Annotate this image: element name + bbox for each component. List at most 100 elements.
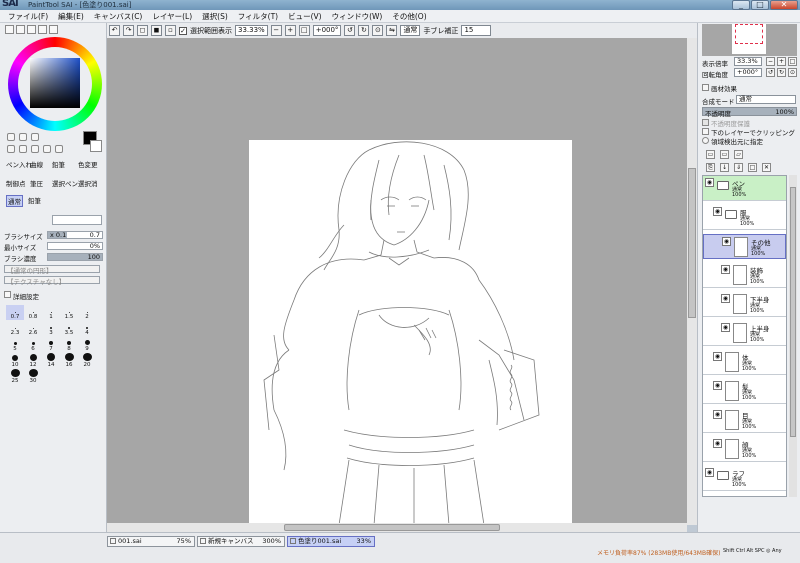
visibility-eye-icon[interactable]: ◉ [713, 439, 722, 448]
saturation-value-square[interactable] [30, 58, 80, 108]
brush-size-preset[interactable]: 2.3 [6, 321, 24, 336]
visibility-eye-icon[interactable]: ◉ [721, 265, 730, 274]
minimize-button[interactable]: _ [732, 0, 750, 10]
scratchpad-toggle-icon[interactable] [49, 25, 58, 34]
brush-size-preset[interactable]: 3 [42, 321, 60, 336]
tool-select-erase[interactable]: 選択消 [78, 178, 98, 188]
menu-view[interactable]: ビュー(V) [288, 11, 321, 22]
brush-size-preset[interactable]: 20 [78, 353, 96, 368]
brush-size-preset[interactable]: 6 [24, 337, 42, 352]
blend-mode-select[interactable]: 通常 [736, 95, 796, 104]
tool-color-change[interactable]: 色変更 [78, 159, 98, 169]
zoom-reset-icon[interactable]: □ [298, 25, 310, 36]
clipping-checkbox[interactable] [702, 128, 709, 135]
new-folder-icon[interactable]: ▱ [734, 150, 743, 159]
new-layer-alt-icon[interactable]: ▭ [720, 150, 729, 159]
visibility-eye-icon[interactable]: ◉ [713, 381, 722, 390]
viewport-rect[interactable] [735, 24, 763, 44]
zoom-box[interactable]: 33.33% [235, 25, 268, 36]
brush-size-preset[interactable]: 2 [78, 305, 96, 320]
detail-toggle-icon[interactable] [4, 291, 11, 298]
density-slider[interactable]: 100 [47, 253, 103, 261]
rotate-reset-icon[interactable]: ⊙ [372, 25, 384, 36]
blend-select[interactable]: 通常 [400, 25, 421, 36]
visibility-eye-icon[interactable]: ◉ [705, 468, 714, 477]
navigator-zoom-value[interactable]: 33.3% [734, 57, 762, 66]
brush-size-preset[interactable]: 12 [24, 353, 42, 368]
tool-pencil[interactable]: 鉛筆 [52, 159, 65, 169]
layer-row[interactable]: ◉ 上半身 通常 100% [703, 321, 786, 346]
menu-edit[interactable]: 編集(E) [58, 11, 84, 22]
nav-zoom-in-icon[interactable]: + [777, 57, 786, 66]
brush-size-preset[interactable]: 8 [60, 337, 78, 352]
menu-select[interactable]: 選択(S) [202, 11, 228, 22]
layer-folder-row[interactable]: ◉ ラフ 通常 100% [703, 466, 786, 491]
close-button[interactable]: ✕ [770, 0, 798, 10]
brush-size-preset[interactable]: 0.8 [24, 305, 42, 320]
rotate-right-icon[interactable]: ↻ [358, 25, 370, 36]
brush-size-preset[interactable]: 14 [42, 353, 60, 368]
layer-folder-row[interactable]: ◉ 服通常 100% [703, 205, 786, 230]
opacity-slider[interactable]: 不透明度 100% [702, 107, 797, 118]
menu-filter[interactable]: フィルタ(T) [238, 11, 278, 22]
menu-file[interactable]: ファイル(F) [8, 11, 48, 22]
doc-tab-new-canvas[interactable]: 新規キャンバス 300% [197, 536, 285, 547]
effects-label[interactable]: 画材効果 [711, 83, 737, 93]
tool-select-pen[interactable]: 選択ペン [52, 178, 78, 188]
menu-canvas[interactable]: キャンバス(C) [94, 11, 143, 22]
swatch-toggle-icon[interactable] [38, 25, 47, 34]
brush-size-preset[interactable]: 25 [6, 369, 24, 384]
tab-pen[interactable]: 鉛筆 [28, 195, 41, 205]
visibility-eye-icon[interactable]: ◉ [721, 323, 730, 332]
background-color-swatch[interactable] [90, 140, 102, 152]
move-icon[interactable] [7, 145, 15, 153]
hand-icon[interactable] [43, 145, 51, 153]
eyedropper-icon[interactable] [55, 145, 63, 153]
brush-size-preset[interactable]: 16 [60, 353, 78, 368]
brush-size-preset[interactable]: 7 [42, 337, 60, 352]
menu-window[interactable]: ウィンドウ(W) [332, 11, 383, 22]
nav-zoom-reset-icon[interactable]: □ [788, 57, 797, 66]
undo-icon[interactable]: ↶ [109, 25, 120, 36]
drawing-canvas[interactable] [249, 140, 572, 525]
canvas-area[interactable] [107, 38, 687, 525]
zoom-out-icon[interactable]: − [270, 25, 282, 36]
deselect-icon[interactable]: ◻ [137, 25, 148, 36]
doc-tab-coloring[interactable]: 色塗り001.sai 33% [287, 536, 375, 547]
nav-rotate-right-icon[interactable]: ↻ [777, 68, 786, 77]
clear-icon[interactable]: ▫ [165, 25, 176, 36]
visibility-eye-icon[interactable]: ◉ [721, 294, 730, 303]
vertical-scroll-thumb[interactable] [688, 168, 696, 318]
menu-other[interactable]: その他(O) [392, 11, 426, 22]
copy-layer-icon[interactable]: ⎘ [706, 163, 715, 172]
brush-size-preset[interactable]: 3.5 [60, 321, 78, 336]
nav-zoom-out-icon[interactable]: − [766, 57, 775, 66]
visibility-eye-icon[interactable]: ◉ [713, 410, 722, 419]
effects-toggle-icon[interactable] [702, 84, 709, 91]
layer-row[interactable]: ◉ 下半身 通常 100% [703, 292, 786, 317]
stabilizer-select[interactable]: 15 [461, 25, 492, 36]
tool-pressure[interactable]: 筆圧 [30, 178, 43, 188]
magic-wand-icon[interactable] [31, 133, 39, 141]
layer-folder-row[interactable]: ◉ ペン 通常 100% [703, 176, 786, 201]
canvas-vertical-scrollbar[interactable] [687, 38, 697, 525]
rotate-tool-icon[interactable] [31, 145, 39, 153]
tab-normal[interactable]: 通常 [6, 195, 23, 207]
layer-row[interactable]: ◉ 装飾 通常 100% [703, 263, 786, 288]
canvas-horizontal-scrollbar[interactable] [107, 523, 687, 532]
brush-size-preset[interactable]: 1 [42, 305, 60, 320]
visibility-eye-icon[interactable]: ◉ [722, 237, 731, 246]
protect-opacity-checkbox[interactable] [702, 119, 709, 126]
layer-list-scrollbar[interactable] [789, 175, 797, 497]
lasso-icon[interactable] [19, 133, 27, 141]
min-size-slider[interactable]: 0% [47, 242, 103, 250]
visibility-eye-icon[interactable]: ◉ [705, 178, 714, 187]
brush-size-preset[interactable]: 1.5 [60, 305, 78, 320]
zoom-in-icon[interactable]: + [284, 25, 296, 36]
brush-size-preset[interactable]: 2.6 [24, 321, 42, 336]
doc-tab-001[interactable]: 001.sai 75% [107, 536, 195, 547]
transfer-down-icon[interactable]: ↓ [720, 163, 729, 172]
visibility-eye-icon[interactable]: ◉ [713, 352, 722, 361]
nav-rotate-left-icon[interactable]: ↺ [766, 68, 775, 77]
menu-layer[interactable]: レイヤー(L) [152, 11, 192, 22]
